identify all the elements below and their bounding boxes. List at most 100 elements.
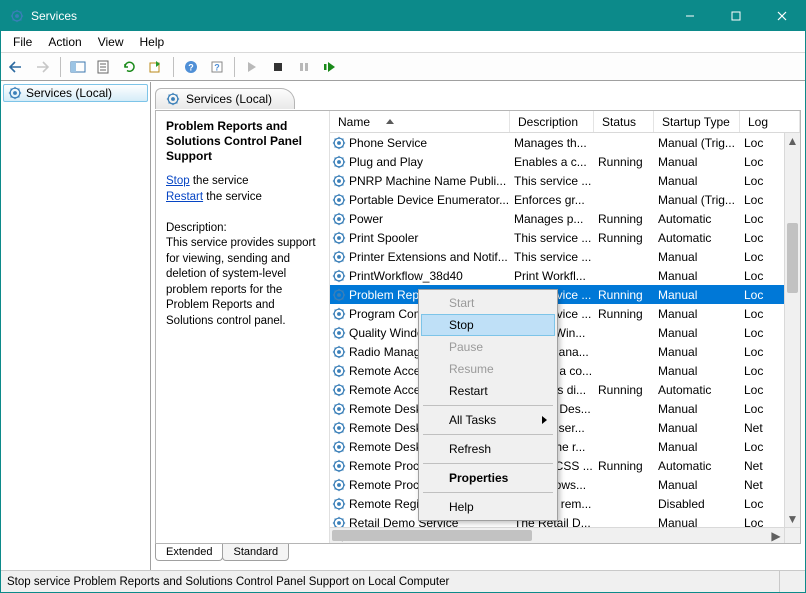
detail-pane: Problem Reports and Solutions Control Pa… — [156, 111, 329, 543]
service-status: Running — [594, 212, 654, 226]
service-startup: Manual — [654, 174, 740, 188]
gear-icon — [332, 231, 346, 245]
maximize-button[interactable] — [713, 1, 759, 31]
service-startup: Manual — [654, 421, 740, 435]
gear-icon — [332, 364, 346, 378]
menu-help[interactable]: Help — [132, 33, 173, 51]
scroll-thumb[interactable] — [787, 223, 798, 293]
ctx-sep — [423, 405, 553, 406]
description-label: Description: — [166, 221, 319, 237]
vertical-scrollbar[interactable]: ▲ ▼ — [784, 133, 800, 527]
service-status: Running — [594, 288, 654, 302]
close-button[interactable] — [759, 1, 805, 31]
export-button[interactable] — [144, 55, 168, 79]
table-row[interactable]: Phone ServiceManages th...Manual (Trig..… — [330, 133, 784, 152]
service-status: Running — [594, 383, 654, 397]
horizontal-scrollbar[interactable]: ◀ ▶ — [330, 527, 784, 543]
list-header-tab: Services (Local) — [155, 88, 295, 109]
scroll-down-icon[interactable]: ▼ — [785, 511, 800, 527]
menu-action[interactable]: Action — [40, 33, 89, 51]
ctx-restart[interactable]: Restart — [421, 380, 555, 402]
stop-link[interactable]: Stop — [166, 175, 190, 187]
table-row[interactable]: Print SpoolerThis service ...RunningAuto… — [330, 228, 784, 247]
menu-view[interactable]: View — [90, 33, 132, 51]
properties-button[interactable] — [92, 55, 116, 79]
ctx-all-tasks[interactable]: All Tasks — [421, 409, 555, 431]
show-hide-tree-button[interactable] — [66, 55, 90, 79]
col-status[interactable]: Status — [594, 111, 654, 132]
scroll-right-icon[interactable]: ▶ — [768, 528, 784, 543]
service-logon: Loc — [740, 212, 784, 226]
gear-icon — [332, 307, 346, 321]
svg-text:?: ? — [188, 62, 194, 72]
ctx-help[interactable]: Help — [421, 496, 555, 518]
col-startup-type[interactable]: Startup Type — [654, 111, 740, 132]
service-logon: Loc — [740, 174, 784, 188]
gear-icon — [332, 459, 346, 473]
col-logon[interactable]: Log — [740, 111, 800, 132]
statusbar-grip — [779, 571, 799, 592]
table-row[interactable]: PowerManages p...RunningAutomaticLoc — [330, 209, 784, 228]
service-logon: Loc — [740, 364, 784, 378]
service-logon: Loc — [740, 345, 784, 359]
table-row[interactable]: Printer Extensions and Notif...This serv… — [330, 247, 784, 266]
service-startup: Automatic — [654, 459, 740, 473]
tab-standard[interactable]: Standard — [222, 544, 289, 561]
service-logon: Loc — [740, 155, 784, 169]
gear-icon — [332, 193, 346, 207]
gear-icon — [332, 326, 346, 340]
ctx-resume: Resume — [421, 358, 555, 380]
menubar: File Action View Help — [1, 31, 805, 53]
scroll-up-icon[interactable]: ▲ — [785, 133, 800, 149]
restart-service-button[interactable] — [318, 55, 342, 79]
restart-link[interactable]: Restart — [166, 191, 203, 203]
tree-services-local[interactable]: Services (Local) — [3, 84, 148, 102]
ctx-stop[interactable]: Stop — [421, 314, 555, 336]
titlebar: Services — [1, 1, 805, 31]
gear-icon — [332, 136, 346, 150]
context-menu: Start Stop Pause Resume Restart All Task… — [418, 289, 558, 521]
minimize-button[interactable] — [667, 1, 713, 31]
forward-button[interactable] — [31, 55, 55, 79]
window-title: Services — [31, 9, 77, 23]
main-area: Services (Local) Services (Local) Proble… — [1, 81, 805, 570]
help-button[interactable]: ? — [179, 55, 203, 79]
service-startup: Manual (Trig... — [654, 193, 740, 207]
col-description[interactable]: Description — [510, 111, 594, 132]
service-desc: This service ... — [510, 174, 594, 188]
ctx-refresh[interactable]: Refresh — [421, 438, 555, 460]
console-tree: Services (Local) — [1, 82, 151, 570]
service-logon: Loc — [740, 326, 784, 340]
service-logon: Loc — [740, 497, 784, 511]
help2-button[interactable]: ? — [205, 55, 229, 79]
ctx-properties[interactable]: Properties — [421, 467, 555, 489]
gear-icon — [332, 402, 346, 416]
svg-text:?: ? — [214, 62, 220, 72]
table-row[interactable]: Portable Device Enumerator...Enforces gr… — [330, 190, 784, 209]
table-row[interactable]: Plug and PlayEnables a c...RunningManual… — [330, 152, 784, 171]
service-desc: Enforces gr... — [510, 193, 594, 207]
service-name: Print Spooler — [349, 231, 418, 245]
ctx-sep — [423, 434, 553, 435]
tree-item-label: Services (Local) — [26, 86, 112, 100]
table-row[interactable]: PNRP Machine Name Publi...This service .… — [330, 171, 784, 190]
service-name: Power — [349, 212, 383, 226]
refresh-button[interactable] — [118, 55, 142, 79]
grid-header: Name Description Status Startup Type Log — [330, 111, 800, 133]
col-name[interactable]: Name — [330, 111, 510, 132]
service-startup: Manual — [654, 269, 740, 283]
app-icon — [9, 8, 25, 24]
service-startup: Manual — [654, 440, 740, 454]
pause-service-button[interactable] — [292, 55, 316, 79]
gear-icon — [332, 497, 346, 511]
statusbar-text: Stop service Problem Reports and Solutio… — [7, 576, 779, 588]
hscroll-thumb[interactable] — [332, 530, 532, 541]
menu-file[interactable]: File — [5, 33, 40, 51]
stop-service-button[interactable] — [266, 55, 290, 79]
service-startup: Manual — [654, 326, 740, 340]
service-desc: Manages p... — [510, 212, 594, 226]
back-button[interactable] — [5, 55, 29, 79]
start-service-button[interactable] — [240, 55, 264, 79]
table-row[interactable]: PrintWorkflow_38d40Print Workfl...Manual… — [330, 266, 784, 285]
tab-extended[interactable]: Extended — [155, 544, 223, 561]
